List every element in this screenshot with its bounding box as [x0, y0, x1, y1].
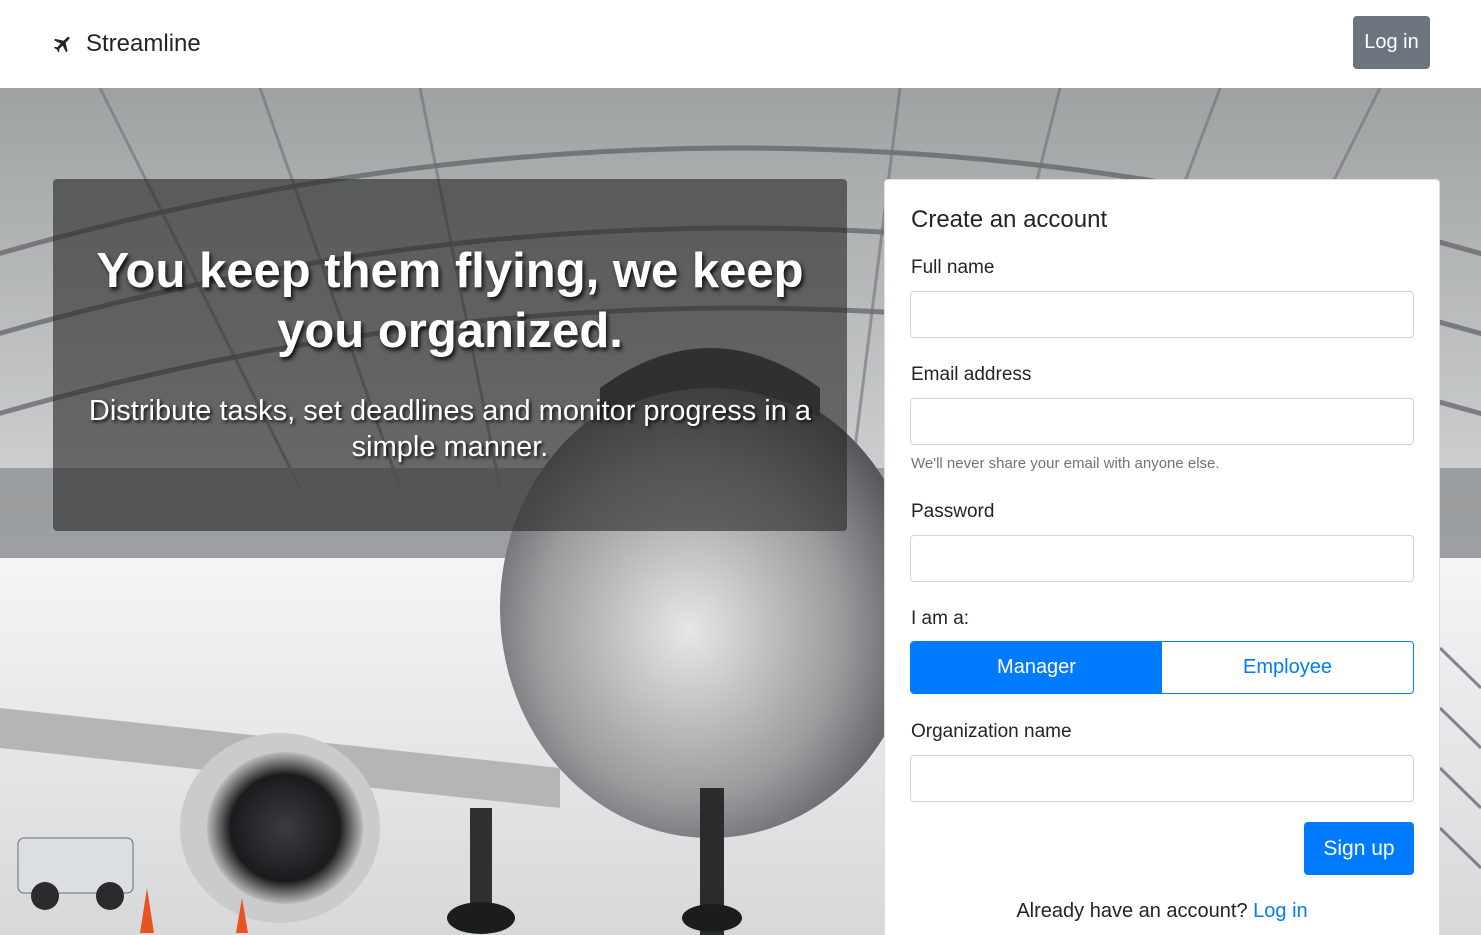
- role-option-employee[interactable]: Employee: [1162, 642, 1413, 693]
- role-toggle: Manager Employee: [910, 641, 1414, 694]
- signup-button[interactable]: Sign up: [1304, 822, 1414, 875]
- organization-input[interactable]: [910, 755, 1414, 802]
- email-label: Email address: [911, 364, 1032, 385]
- organization-label: Organization name: [911, 721, 1072, 742]
- login-button[interactable]: Log in: [1353, 16, 1430, 69]
- brand-name: Streamline: [86, 30, 201, 57]
- hero-section: You keep them flying, we keep you organi…: [0, 88, 1481, 935]
- password-input[interactable]: [910, 535, 1414, 582]
- role-option-manager[interactable]: Manager: [911, 642, 1162, 693]
- hero-card: You keep them flying, we keep you organi…: [53, 179, 847, 531]
- hero-title: You keep them flying, we keep you organi…: [96, 244, 804, 358]
- role-label: I am a:: [911, 608, 970, 629]
- navbar: Streamline Log in: [0, 0, 1481, 88]
- email-help-text: We'll never share your email with anyone…: [911, 455, 1220, 472]
- login-prompt-text: Already have an account?: [1016, 900, 1248, 922]
- signup-card: Create an account Full name Email addres…: [884, 179, 1440, 935]
- login-prompt: Already have an account? Log in: [885, 900, 1439, 923]
- full-name-label: Full name: [911, 257, 995, 278]
- password-label: Password: [911, 501, 995, 522]
- plane-icon: [52, 33, 74, 55]
- full-name-input[interactable]: [910, 291, 1414, 338]
- signup-heading: Create an account: [911, 206, 1108, 233]
- hero-subtitle: Distribute tasks, set deadlines and moni…: [88, 395, 812, 463]
- email-input[interactable]: [910, 398, 1414, 445]
- login-link[interactable]: Log in: [1253, 900, 1308, 922]
- brand-link[interactable]: Streamline: [52, 28, 201, 60]
